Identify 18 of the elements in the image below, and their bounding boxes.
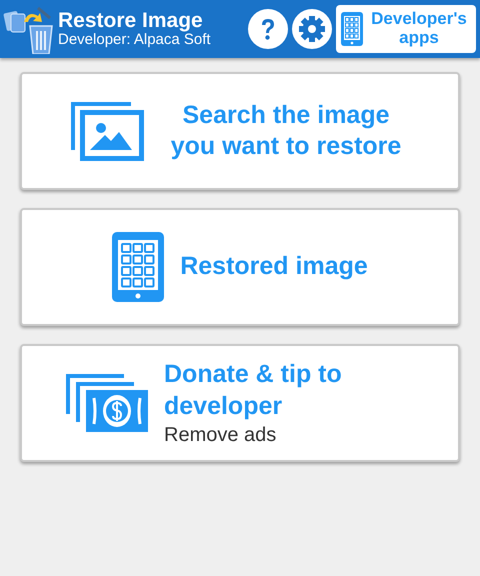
help-button[interactable]: [248, 9, 288, 49]
trash-restore-icon: [2, 4, 54, 54]
menu-card[interactable]: Donate & tip to developer Remove ads: [20, 344, 460, 462]
app-title: Restore Image: [58, 9, 204, 32]
card-title: Search the image you want to restore: [170, 100, 402, 162]
card-title: Restored image: [180, 251, 368, 282]
settings-icon: [298, 15, 326, 43]
tablet-icon: [112, 232, 164, 302]
developer-name: Developer: Alpaca Soft: [58, 32, 212, 49]
card-title: Donate & tip to developer: [164, 359, 343, 422]
developer-apps-button[interactable]: Developer's apps: [336, 5, 476, 53]
menu-card[interactable]: Restored image: [20, 208, 460, 326]
card-subtitle: Remove ads: [164, 424, 278, 447]
money-stack-icon: [66, 374, 148, 432]
tablet-icon: [341, 12, 363, 46]
image-gallery-icon: [69, 100, 145, 162]
settings-button[interactable]: [292, 9, 332, 49]
menu-card[interactable]: Search the image you want to restore: [20, 72, 460, 190]
